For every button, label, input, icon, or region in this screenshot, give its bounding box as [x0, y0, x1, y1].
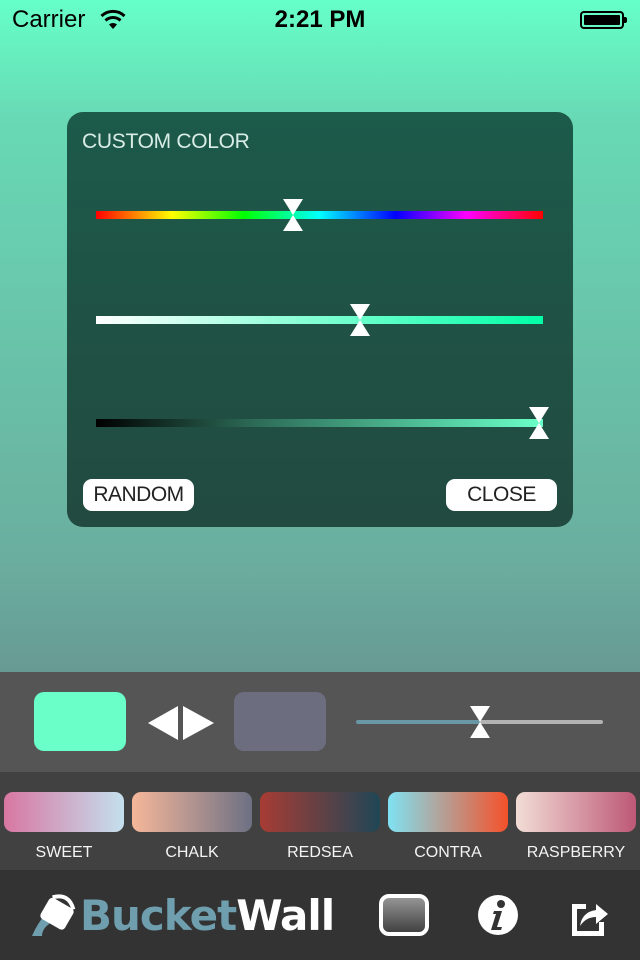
preset-sweet[interactable]: SWEET [4, 792, 124, 862]
preset-swatch[interactable] [4, 792, 124, 832]
logo-text-bucket: Bucket [80, 890, 237, 940]
preset-label: CONTRA [414, 844, 482, 861]
battery-icon [580, 11, 627, 29]
app-logo: BucketWall [30, 890, 335, 940]
brightness-slider-thumb[interactable] [528, 407, 549, 439]
preset-gradients: SWEET CHALK REDSEA CONTRA RASPBERRY [0, 772, 640, 870]
blend-slider-fill [356, 720, 480, 724]
preset-label: CHALK [165, 844, 219, 861]
preset-label: SWEET [35, 844, 93, 861]
hue-slider[interactable] [96, 199, 543, 231]
share-icon[interactable] [568, 894, 610, 936]
color-b-swatch[interactable] [234, 692, 326, 751]
close-button[interactable]: CLOSE [446, 479, 557, 511]
clock: 2:21 PM [274, 6, 366, 33]
panel-title: CUSTOM COLOR [82, 130, 250, 153]
preset-swatch[interactable] [132, 792, 252, 832]
saturation-slider-thumb[interactable] [349, 304, 370, 336]
hue-slider-thumb[interactable] [282, 199, 303, 231]
custom-color-panel: CUSTOM COLOR RANDOM CLOSE [67, 112, 573, 527]
blend-slider-track [479, 720, 603, 724]
wallpaper-preview-icon[interactable] [379, 894, 429, 936]
logo-text-wall: Wall [236, 890, 335, 940]
bucket-logo-icon [32, 894, 76, 936]
preset-swatch[interactable] [516, 792, 636, 832]
blend-slider-thumb[interactable] [469, 706, 490, 738]
preset-contra[interactable]: CONTRA [388, 792, 508, 862]
footer-toolbar: BucketWall [0, 870, 640, 960]
preset-swatch[interactable] [260, 792, 380, 832]
logo-text: BucketWall [80, 890, 335, 940]
preset-label: REDSEA [287, 844, 353, 861]
preset-redsea[interactable]: REDSEA [260, 792, 380, 862]
preset-chalk[interactable]: CHALK [132, 792, 252, 862]
gradient-controls [0, 672, 640, 772]
status-bar: Carrier 2:21 PM [0, 0, 640, 40]
color-a-swatch[interactable] [34, 692, 126, 751]
swap-arrows-icon[interactable] [148, 706, 214, 740]
preset-raspberry[interactable]: RASPBERRY [516, 792, 636, 862]
blend-slider[interactable] [356, 706, 603, 738]
random-button[interactable]: RANDOM [83, 479, 194, 511]
preset-label: RASPBERRY [526, 844, 626, 861]
brightness-slider[interactable] [96, 407, 549, 439]
saturation-slider[interactable] [96, 304, 543, 336]
info-icon[interactable] [477, 894, 519, 936]
preset-swatch[interactable] [388, 792, 508, 832]
